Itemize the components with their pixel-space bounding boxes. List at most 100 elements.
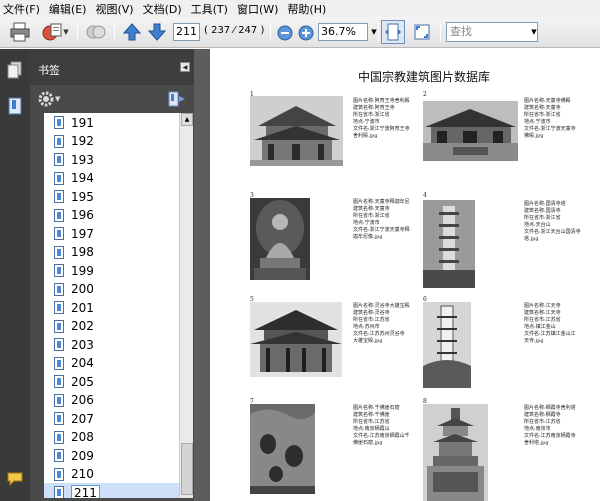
bookmark-label: 211	[71, 484, 100, 498]
toolbar-divider	[114, 23, 115, 41]
bookmarks-panel: 书签 ◀ ▼ 191 192 193 194 195 196 197 198 199 200 201…	[30, 49, 194, 501]
menu-help[interactable]: 帮助(H)	[287, 1, 331, 17]
scrollbar-thumb[interactable]	[181, 443, 193, 495]
zoom-out-icon	[277, 25, 293, 41]
chevron-down-icon: ▼	[371, 28, 377, 36]
fit-width-button[interactable]	[381, 20, 405, 44]
bookmark-options-button[interactable]: ▼	[38, 91, 60, 107]
search-input[interactable]: 查找	[446, 22, 538, 42]
bookmark-page-icon	[54, 356, 64, 370]
chevron-left-icon: ◀	[182, 63, 188, 71]
comments-panel-button[interactable]	[4, 468, 26, 490]
zoom-level-input[interactable]: 36.7%	[318, 23, 368, 41]
zoom-out-button[interactable]	[276, 22, 294, 44]
page-number-input[interactable]: 211	[173, 23, 200, 41]
bookmark-label: 196	[71, 208, 94, 222]
entry-caption: 图片名称:栖霞寺舍利塔 建筑名称:栖霞寺 所在省市:江苏省 地点:南京市 文件名…	[524, 405, 576, 446]
bookmark-item[interactable]: 197	[44, 224, 179, 243]
bookmark-page-icon	[54, 245, 64, 259]
bookmarks-panel-button[interactable]	[4, 95, 26, 117]
bookmark-page-icon	[54, 467, 64, 481]
gear-icon	[38, 91, 54, 107]
panel-splitter[interactable]	[194, 49, 210, 501]
menu-tools[interactable]: 工具(T)	[191, 1, 233, 17]
pages-icon	[7, 61, 22, 79]
bookmark-item[interactable]: 202	[44, 317, 179, 336]
entry-caption: 图片名称:国清寺塔 建筑名称:国清寺 所在省市:浙江省 地点:天台山 文件名:浙…	[524, 201, 581, 242]
bookmark-item[interactable]: 196	[44, 206, 179, 225]
entry-photo	[250, 404, 315, 494]
bookmark-item[interactable]: 199	[44, 261, 179, 280]
temple-hall-image	[250, 96, 343, 166]
collaborate-button[interactable]	[84, 21, 108, 43]
previous-page-button[interactable]	[121, 21, 143, 43]
buddha-statue-image	[250, 198, 310, 280]
bookmark-item[interactable]: 209	[44, 446, 179, 465]
entry-caption: 图片名称:江天寺 建筑名称:江天寺 所在省市:江苏省 地点:镇江金山 文件名:江…	[524, 303, 576, 344]
print-button[interactable]	[8, 21, 32, 43]
entry-photo	[250, 302, 342, 377]
bookmarks-header: 书签 ◀	[30, 49, 194, 85]
document-view[interactable]: 中国宗教建筑图片数据库 1 图片名称:阿育王寺舍利殿 建筑名称:阿育王寺 所在省…	[210, 49, 600, 501]
entry-caption: 图片名称:千佛崖石窟 建筑名称:千佛崖 所在省市:江苏省 地点:南京栖霞山 文件…	[353, 405, 410, 446]
chevron-down-icon: ▼	[55, 95, 61, 103]
bookmark-item[interactable]: 201	[44, 298, 179, 317]
fit-width-icon	[385, 23, 401, 41]
bookmark-item[interactable]: 204	[44, 354, 179, 373]
temple-courtyard-image	[423, 101, 518, 161]
bookmark-page-icon	[54, 338, 64, 351]
menu-document[interactable]: 文档(D)	[143, 1, 187, 17]
chevron-down-icon: ▼	[63, 28, 69, 36]
toolbar-divider	[378, 23, 379, 41]
entry-photo	[250, 198, 310, 280]
bookmark-item[interactable]: 192	[44, 132, 179, 151]
pagoda-image	[423, 200, 475, 288]
bookmark-label: 197	[71, 226, 94, 241]
menu-view[interactable]: 视图(V)	[95, 1, 138, 17]
bookmark-item[interactable]: 200	[44, 280, 179, 299]
bookmark-item[interactable]: 203	[44, 335, 179, 354]
page-count-label: ( 237 ⁄ 247 )	[204, 25, 265, 36]
entry-photo	[423, 302, 471, 388]
bookmark-item[interactable]: 195	[44, 187, 179, 206]
zoom-in-button[interactable]	[297, 22, 315, 44]
entry-photo	[423, 101, 518, 161]
entry-photo	[423, 404, 488, 501]
full-screen-button[interactable]	[411, 21, 433, 43]
grotto-cliff-image	[250, 404, 315, 494]
menu-file[interactable]: 文件(F)	[3, 1, 45, 17]
printer-icon	[10, 22, 30, 42]
bookmark-page-icon	[54, 486, 64, 498]
bookmark-page-icon	[54, 116, 64, 129]
bookmark-item[interactable]: 198	[44, 243, 179, 262]
expand-bookmark-button[interactable]	[168, 91, 186, 110]
scroll-up-button[interactable]: ▲	[181, 113, 193, 126]
create-pdf-button[interactable]: ▼	[38, 21, 72, 43]
bookmark-label: 210	[71, 467, 94, 481]
bookmark-scrollbar[interactable]: ▲	[179, 113, 193, 498]
bookmark-item[interactable]: 194	[44, 169, 179, 188]
bookmark-page-icon	[54, 134, 64, 148]
pages-panel-button[interactable]	[4, 59, 26, 81]
menu-edit[interactable]: 编辑(E)	[49, 1, 92, 17]
bookmarks-title: 书签	[38, 64, 60, 77]
bookmark-item[interactable]: 208	[44, 428, 179, 447]
bookmark-item[interactable]: 207	[44, 409, 179, 428]
menu-window[interactable]: 窗口(W)	[237, 1, 283, 17]
bookmark-label: 205	[71, 374, 94, 389]
next-page-button[interactable]	[146, 21, 168, 43]
pagoda-hillside-image	[423, 302, 471, 388]
chevron-down-icon: ▼	[531, 28, 537, 36]
bookmark-item[interactable]: 211	[44, 483, 179, 498]
bookmark-item[interactable]: 193	[44, 150, 179, 169]
bookmark-label: 206	[71, 393, 94, 407]
search-dropdown-button[interactable]: ▼	[528, 22, 540, 42]
bookmark-item[interactable]: 210	[44, 465, 179, 484]
bookmark-item[interactable]: 205	[44, 372, 179, 391]
collapse-panel-button[interactable]: ◀	[180, 62, 190, 72]
bookmark-item[interactable]: 191	[44, 113, 179, 132]
bookmark-label: 202	[71, 319, 94, 333]
bookmark-item[interactable]: 206	[44, 391, 179, 410]
document-title: 中国宗教建筑图片数据库	[358, 70, 491, 84]
bookmark-label: 207	[71, 411, 94, 426]
